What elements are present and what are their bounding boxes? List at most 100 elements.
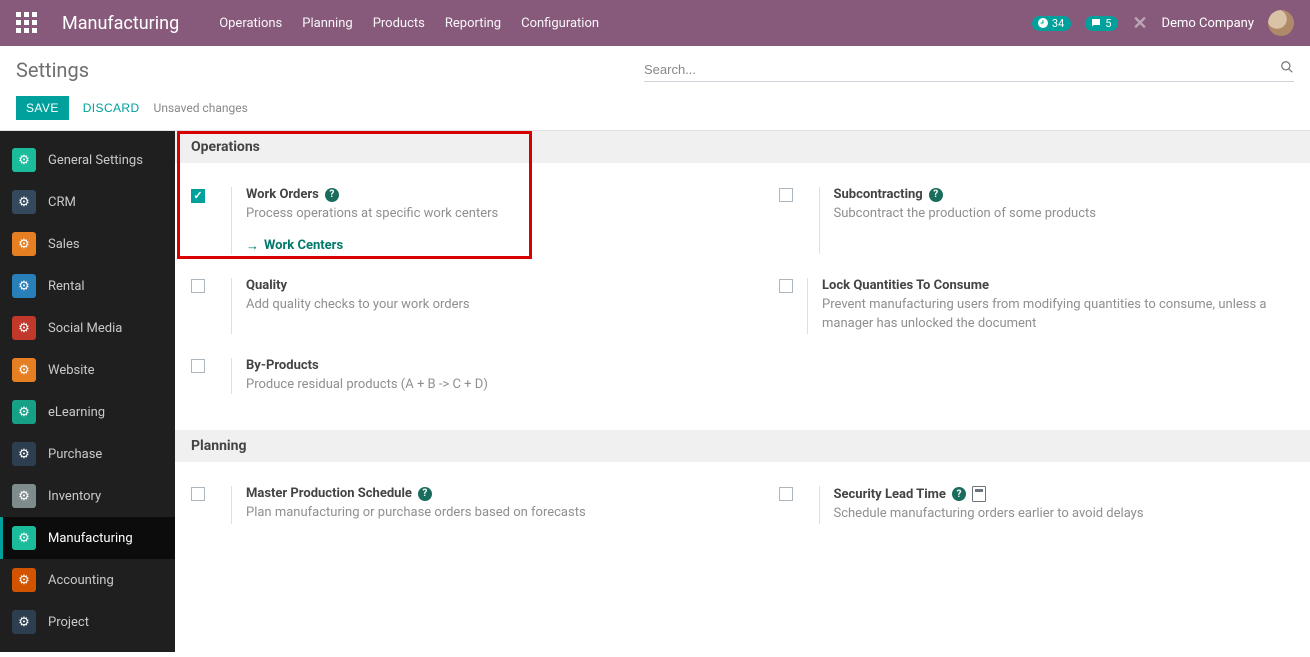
control-panel: Settings SAVE DISCARD Unsaved changes — [0, 46, 1310, 131]
activity-badge[interactable]: 34 — [1032, 16, 1071, 31]
module-icon: ⚙ — [12, 358, 36, 382]
setting-title-work-orders: Work Orders — [246, 187, 319, 202]
help-icon[interactable]: ? — [418, 487, 432, 501]
section-header-planning: Planning — [175, 430, 1310, 462]
sidebar-item-label: General Settings — [48, 153, 143, 168]
calculator-icon[interactable] — [972, 486, 986, 502]
module-icon: ⚙ — [12, 526, 36, 550]
sidebar-item-label: Social Media — [48, 321, 122, 336]
link-work-centers[interactable]: Work Centers — [246, 238, 343, 254]
chat-icon — [1090, 17, 1102, 29]
checkbox-lock-qty[interactable] — [779, 279, 793, 293]
help-icon[interactable]: ? — [929, 188, 943, 202]
link-work-centers-label: Work Centers — [264, 238, 343, 253]
unsaved-status: Unsaved changes — [154, 101, 248, 115]
setting-title-mps: Master Production Schedule — [246, 486, 412, 501]
sidebar-item-label: Project — [48, 615, 89, 630]
module-icon: ⚙ — [12, 400, 36, 424]
search-container — [644, 60, 1294, 82]
discard-button[interactable]: DISCARD — [83, 101, 140, 115]
setting-mps: Master Production Schedule ? Plan manufa… — [175, 474, 723, 536]
setting-subcontracting: Subcontracting ? Subcontract the product… — [763, 175, 1310, 266]
sidebar-item-crm[interactable]: ⚙ CRM — [0, 181, 175, 223]
avatar[interactable] — [1268, 10, 1294, 36]
content: Operations Work Orders ? Process operati… — [175, 131, 1310, 652]
clock-icon — [1037, 17, 1049, 29]
module-icon: ⚙ — [12, 148, 36, 172]
sidebar: ⚙General Settings⚙CRM⚙Sales⚙Rental⚙Socia… — [0, 131, 175, 652]
sidebar-item-label: Manufacturing — [48, 531, 133, 546]
section-header-operations: Operations — [175, 131, 1310, 163]
sidebar-item-rental[interactable]: ⚙Rental — [0, 265, 175, 307]
module-icon: ⚙ — [12, 568, 36, 592]
setting-desc-subcontracting: Subcontract the production of some produ… — [834, 205, 1096, 224]
nav-configuration[interactable]: Configuration — [521, 16, 599, 31]
sidebar-item-manufacturing[interactable]: ⚙ Manufacturing — [0, 517, 175, 559]
sidebar-item-sales[interactable]: ⚙ Sales — [0, 223, 175, 265]
nav-reporting[interactable]: Reporting — [445, 16, 501, 31]
message-badge[interactable]: 5 — [1085, 16, 1118, 31]
sidebar-item-website[interactable]: ⚙ Website — [0, 349, 175, 391]
module-icon: ⚙ — [12, 316, 36, 340]
sidebar-item-elearning[interactable]: ⚙ eLearning — [0, 391, 175, 433]
app-brand[interactable]: Manufacturing — [62, 13, 179, 34]
module-icon: ⚙ — [12, 442, 36, 466]
close-icon[interactable]: ✕ — [1132, 13, 1147, 34]
sidebar-item-project[interactable]: ⚙Project — [0, 601, 175, 643]
message-count: 5 — [1105, 17, 1111, 30]
setting-desc-quality: Add quality checks to your work orders — [246, 296, 470, 315]
setting-title-security-lead: Security Lead Time — [834, 487, 946, 502]
sidebar-item-purchase[interactable]: ⚙ Purchase — [0, 433, 175, 475]
checkbox-security-lead[interactable] — [779, 487, 793, 501]
setting-desc-work-orders: Process operations at specific work cent… — [246, 205, 498, 224]
save-button[interactable]: SAVE — [16, 96, 69, 120]
setting-title-quality: Quality — [246, 278, 287, 293]
setting-desc-lock-qty: Prevent manufacturing users from modifyi… — [822, 296, 1294, 334]
setting-desc-byproducts: Produce residual products (A + B -> C + … — [246, 376, 488, 395]
nav-right: 34 5 ✕ Demo Company — [1032, 10, 1294, 36]
sidebar-item-label: Accounting — [48, 573, 114, 588]
nav-products[interactable]: Products — [373, 16, 425, 31]
setting-title-lock-qty: Lock Quantities To Consume — [822, 278, 989, 293]
module-icon: ⚙ — [12, 190, 36, 214]
sidebar-item-label: Sales — [48, 237, 80, 252]
arrow-right-icon — [246, 238, 259, 254]
setting-desc-mps: Plan manufacturing or purchase orders ba… — [246, 504, 586, 523]
sidebar-item-label: Inventory — [48, 489, 101, 504]
apps-icon[interactable] — [16, 12, 38, 34]
nav-operations[interactable]: Operations — [219, 16, 282, 31]
search-input[interactable] — [644, 62, 1280, 77]
checkbox-subcontracting[interactable] — [779, 188, 793, 202]
help-icon[interactable]: ? — [952, 487, 966, 501]
sidebar-item-label: Rental — [48, 279, 85, 294]
company-name[interactable]: Demo Company — [1162, 16, 1254, 31]
setting-security-lead: Security Lead Time ? Schedule manufactur… — [763, 474, 1310, 536]
sidebar-item-label: Purchase — [48, 447, 102, 462]
checkbox-mps[interactable] — [191, 487, 205, 501]
nav-planning[interactable]: Planning — [302, 16, 352, 31]
page-title: Settings — [16, 58, 89, 82]
sidebar-item-accounting[interactable]: ⚙ Accounting — [0, 559, 175, 601]
setting-desc-security-lead: Schedule manufacturing orders earlier to… — [834, 505, 1144, 524]
setting-work-orders: Work Orders ? Process operations at spec… — [175, 175, 723, 266]
sidebar-item-label: eLearning — [48, 405, 105, 420]
module-icon: ⚙ — [12, 484, 36, 508]
setting-title-subcontracting: Subcontracting — [834, 187, 923, 202]
nav-menu: Operations Planning Products Reporting C… — [219, 16, 599, 31]
help-icon[interactable]: ? — [325, 188, 339, 202]
checkbox-work-orders[interactable] — [191, 189, 205, 203]
search-icon[interactable] — [1280, 60, 1294, 78]
sidebar-item-field-service[interactable]: ⚙Field Service — [0, 643, 175, 652]
checkbox-byproducts[interactable] — [191, 359, 205, 373]
sidebar-item-inventory[interactable]: ⚙ Inventory — [0, 475, 175, 517]
checkbox-quality[interactable] — [191, 279, 205, 293]
sidebar-item-general-settings[interactable]: ⚙ General Settings — [0, 139, 175, 181]
sidebar-item-label: CRM — [48, 195, 76, 210]
sidebar-item-social-media[interactable]: ⚙ Social Media — [0, 307, 175, 349]
navbar: Manufacturing Operations Planning Produc… — [0, 0, 1310, 46]
activity-count: 34 — [1052, 17, 1064, 30]
setting-lock-qty: Lock Quantities To Consume Prevent manuf… — [763, 266, 1310, 346]
module-icon: ⚙ — [12, 232, 36, 256]
sidebar-item-label: Website — [48, 363, 95, 378]
setting-quality: Quality Add quality checks to your work … — [175, 266, 723, 346]
